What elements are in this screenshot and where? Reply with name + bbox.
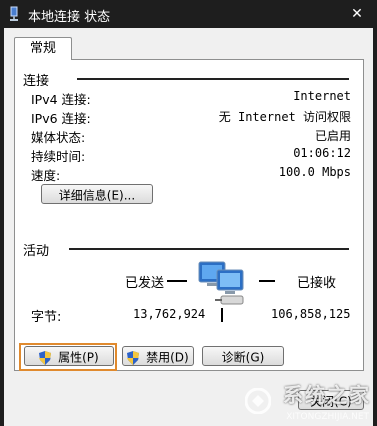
dialog-client: 常规 连接 IPv4 连接: Internet IPv6 连接: 无 Inter…	[4, 28, 373, 426]
activity-separator	[221, 308, 223, 322]
connection-divider	[77, 78, 349, 80]
speed-label: 速度:	[31, 168, 61, 183]
bytes-sent-value: 13,762,924	[133, 307, 206, 321]
watermark-brand: 系统之家	[283, 383, 371, 407]
ipv4-label: IPv4 连接:	[31, 92, 91, 107]
network-icon	[10, 6, 18, 21]
sent-label: 已发送	[125, 276, 165, 291]
diagnose-button[interactable]: 诊断(G)	[202, 346, 284, 366]
activity-group-title: 活动	[23, 244, 50, 259]
disable-button-label: 禁用(D)	[146, 350, 189, 365]
status-window: 本地连接 状态 ✕ 常规 连接 IPv4 连接: Internet IPv6 连…	[0, 0, 377, 426]
shield-icon	[39, 350, 52, 365]
ipv4-value: Internet	[293, 89, 351, 103]
connection-group-title: 连接	[23, 74, 50, 89]
media-state-value: 已启用	[314, 129, 351, 143]
network-computers-icon	[198, 261, 244, 305]
title-bar: 本地连接 状态 ✕	[0, 0, 377, 28]
ipv6-label: IPv6 连接:	[31, 111, 91, 126]
disable-button[interactable]: 禁用(D)	[122, 346, 194, 366]
tab-general[interactable]: 常规	[14, 37, 72, 60]
watermark-logo	[245, 388, 271, 414]
details-button[interactable]: 详细信息(E)...	[41, 184, 153, 204]
duration-label: 持续时间:	[31, 149, 86, 164]
window-title: 本地连接 状态	[28, 10, 111, 25]
ipv6-value: 无 Internet 访问权限	[218, 110, 351, 124]
details-button-label: 详细信息(E)...	[58, 188, 136, 203]
close-icon[interactable]: ✕	[347, 4, 367, 24]
speed-value: 100.0 Mbps	[278, 165, 351, 179]
media-state-label: 媒体状态:	[31, 130, 86, 145]
properties-button[interactable]: 属性(P)	[24, 346, 114, 366]
watermark-url: XITONGZHIJIA.NET	[286, 412, 369, 422]
duration-value: 01:06:12	[293, 146, 351, 160]
general-panel: 连接 IPv4 连接: Internet IPv6 连接: 无 Internet…	[14, 59, 364, 371]
properties-button-label: 属性(P)	[58, 350, 99, 365]
shield-icon	[127, 350, 140, 365]
received-dash	[259, 280, 275, 282]
diagnose-button-label: 诊断(G)	[221, 350, 265, 365]
received-label: 已接收	[297, 276, 337, 291]
bytes-received-value: 106,858,125	[271, 307, 351, 321]
activity-divider	[69, 248, 349, 250]
bytes-label: 字节:	[31, 310, 62, 325]
sent-dash	[167, 280, 187, 282]
